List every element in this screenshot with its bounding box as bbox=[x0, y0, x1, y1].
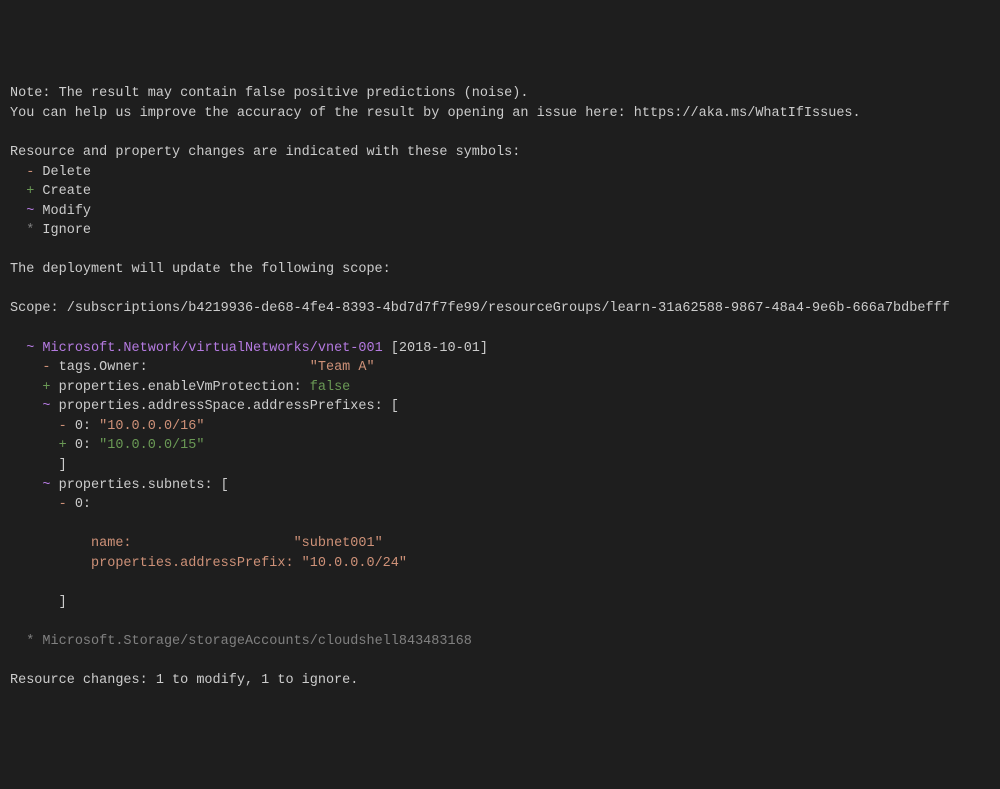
terminal-output[interactable]: Note: The result may contain false posit… bbox=[10, 84, 990, 690]
tags-owner-key: tags.Owner: bbox=[59, 360, 148, 375]
addrprefix-modify-symbol: ~ bbox=[42, 399, 50, 414]
scope-value: /subscriptions/b4219936-de68-4fe4-8393-4… bbox=[67, 301, 950, 316]
subnet-name-key: name: bbox=[91, 536, 132, 551]
delete-symbol: - bbox=[26, 165, 34, 180]
addrprefix-new-value: "10.0.0.0/15" bbox=[99, 438, 204, 453]
subnets-delete-symbol: - bbox=[59, 497, 67, 512]
ignore-label: Ignore bbox=[42, 223, 91, 238]
modify-label: Modify bbox=[42, 204, 91, 219]
subnets-index: 0: bbox=[75, 497, 91, 512]
resource-name: Microsoft.Network/virtualNetworks/vnet-0… bbox=[42, 341, 382, 356]
subnets-bracket-close: ] bbox=[59, 595, 67, 610]
addrprefix-bracket-close: ] bbox=[59, 458, 67, 473]
addrprefix-key: properties.addressSpace.addressPrefixes: bbox=[59, 399, 383, 414]
subnets-bracket-open: [ bbox=[221, 478, 229, 493]
subnets-key: properties.subnets: bbox=[59, 478, 213, 493]
resource2-ignore-symbol: * bbox=[26, 634, 34, 649]
subnet-prefix-value: "10.0.0.0/24" bbox=[302, 556, 407, 571]
addrprefix-new-symbol: + bbox=[59, 438, 67, 453]
enablevm-create-symbol: + bbox=[42, 380, 50, 395]
resource-api-version: [2018-10-01] bbox=[391, 341, 488, 356]
enablevm-key: properties.enableVmProtection: bbox=[59, 380, 302, 395]
note-line2: You can help us improve the accuracy of … bbox=[10, 106, 861, 121]
tags-delete-symbol: - bbox=[42, 360, 50, 375]
create-symbol: + bbox=[26, 184, 34, 199]
addrprefix-old-value: "10.0.0.0/16" bbox=[99, 419, 204, 434]
addrprefix-old-key: 0: bbox=[75, 419, 91, 434]
legend-header: Resource and property changes are indica… bbox=[10, 145, 520, 160]
tags-owner-value: "Team A" bbox=[310, 360, 375, 375]
ignore-symbol: * bbox=[26, 223, 34, 238]
enablevm-value: false bbox=[310, 380, 351, 395]
resource-modify-symbol: ~ bbox=[26, 341, 34, 356]
addrprefix-new-key: 0: bbox=[75, 438, 91, 453]
create-label: Create bbox=[42, 184, 91, 199]
resource2-name: Microsoft.Storage/storageAccounts/clouds… bbox=[42, 634, 471, 649]
subnet-prefix-key: properties.addressPrefix: bbox=[91, 556, 294, 571]
delete-label: Delete bbox=[42, 165, 91, 180]
scope-label: Scope: bbox=[10, 301, 59, 316]
deployment-header: The deployment will update the following… bbox=[10, 262, 391, 277]
subnets-modify-symbol: ~ bbox=[42, 478, 50, 493]
modify-symbol: ~ bbox=[26, 204, 34, 219]
summary: Resource changes: 1 to modify, 1 to igno… bbox=[10, 673, 358, 688]
subnet-name-value: "subnet001" bbox=[294, 536, 383, 551]
addrprefix-old-symbol: - bbox=[59, 419, 67, 434]
note-line1: Note: The result may contain false posit… bbox=[10, 86, 528, 101]
addrprefix-bracket-open: [ bbox=[391, 399, 399, 414]
